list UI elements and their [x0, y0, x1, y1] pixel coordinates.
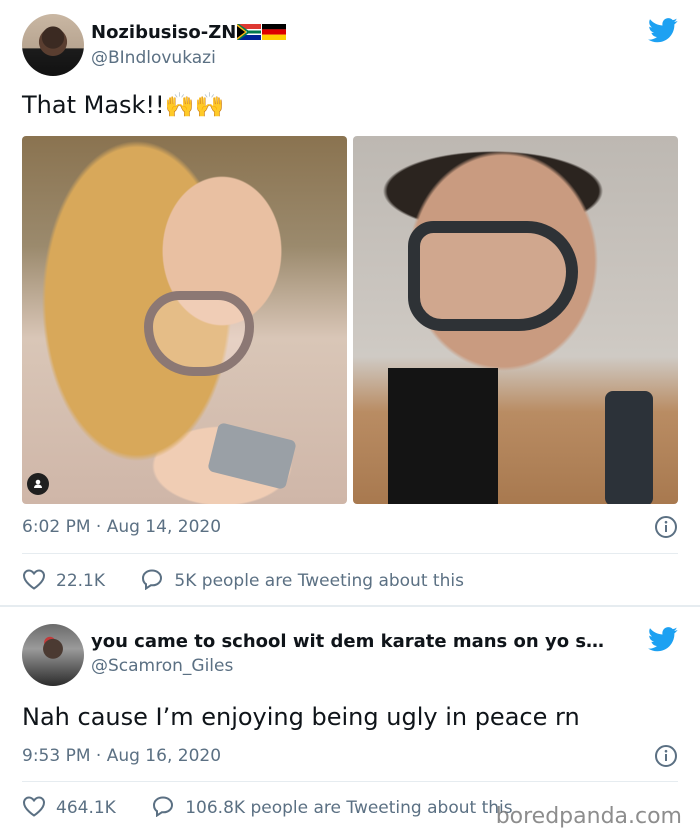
display-name[interactable]: you came to school wit dem karate mans o…: [91, 631, 604, 653]
germany-flag-icon: [262, 24, 287, 46]
user-handle[interactable]: @Scamron_Giles: [91, 655, 233, 677]
user-tag-icon[interactable]: [27, 473, 49, 495]
tweet-timestamp[interactable]: 6:02 PM · Aug 14, 2020: [22, 516, 221, 538]
phone-shape: [207, 422, 297, 490]
display-name[interactable]: Nozibusiso-ZN: [91, 22, 287, 46]
retweet-info[interactable]: 5K people are Tweeting about this: [140, 568, 464, 596]
dark-sweater: [388, 368, 498, 504]
retweet-info[interactable]: 106.8K people are Tweeting about this: [151, 795, 513, 823]
twitter-bird-icon[interactable]: [648, 627, 678, 656]
twitter-bird-icon[interactable]: [648, 18, 678, 47]
user-handle[interactable]: @BIndlovukazi: [91, 47, 216, 69]
info-icon[interactable]: [654, 744, 678, 772]
divider: [22, 553, 678, 554]
watermark: boredpanda.com: [495, 804, 682, 829]
speech-bubble-icon: [140, 568, 164, 596]
south-africa-flag-icon: [237, 24, 262, 46]
tweet-image-man-mask[interactable]: [353, 136, 678, 504]
heart-icon[interactable]: [22, 795, 46, 823]
retweet-text: 106.8K people are Tweeting about this: [185, 798, 513, 818]
heart-icon[interactable]: [22, 568, 46, 596]
info-icon[interactable]: [654, 515, 678, 543]
avatar[interactable]: [22, 624, 84, 686]
tweet-text: That Mask!!🙌🙌: [22, 91, 225, 119]
tweet-card: Nozibusiso-ZN @BIndlovukazi That Mask!!🙌…: [0, 0, 700, 606]
tweet-text: Nah cause I’m enjoying being ugly in pea…: [22, 703, 580, 731]
backpack-strap: [605, 391, 653, 504]
divider: [22, 781, 678, 782]
like-count[interactable]: 464.1K: [56, 798, 116, 818]
tweet-image-woman-mask[interactable]: [22, 136, 347, 504]
retweet-text: 5K people are Tweeting about this: [174, 571, 464, 591]
engagement-bar: 22.1K 5K people are Tweeting about this: [22, 568, 464, 596]
tweet-card: you came to school wit dem karate mans o…: [0, 606, 700, 836]
avatar[interactable]: [22, 14, 84, 76]
tweet-timestamp[interactable]: 9:53 PM · Aug 16, 2020: [22, 745, 221, 767]
clear-mask-shape: [144, 291, 254, 376]
speech-bubble-icon: [151, 795, 175, 823]
engagement-bar: 464.1K 106.8K people are Tweeting about …: [22, 795, 513, 823]
clear-mask-shape: [408, 221, 578, 331]
like-count[interactable]: 22.1K: [56, 571, 105, 591]
